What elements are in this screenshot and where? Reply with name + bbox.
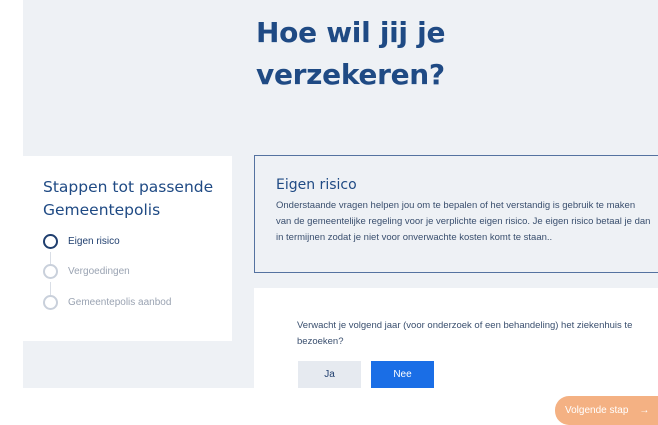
page-title: Hoe wil jij je verzekeren? bbox=[256, 16, 446, 91]
step-label: Gemeentepolis aanbod bbox=[68, 296, 172, 308]
page: Hoe wil jij je verzekeren? Stappen tot p… bbox=[0, 0, 658, 425]
info-text: Onderstaande vragen helpen jou om te bep… bbox=[276, 200, 651, 243]
step-gemeentepolis-aanbod[interactable]: Gemeentepolis aanbod bbox=[43, 293, 171, 311]
question-card: Verwacht je volgend jaar (voor onderzoek… bbox=[254, 288, 658, 388]
info-card: Eigen risico Onderstaande vragen helpen … bbox=[254, 155, 658, 273]
next-step-button[interactable]: Volgende stap → bbox=[555, 396, 658, 425]
step-label: Vergoedingen bbox=[68, 265, 130, 277]
no-button[interactable]: Nee bbox=[371, 361, 434, 388]
next-step-label: Volgende stap bbox=[565, 405, 629, 416]
arrow-right-icon: → bbox=[639, 405, 650, 416]
info-title: Eigen risico bbox=[276, 177, 357, 193]
steps-title: Stappen tot passende Gemeentepolis bbox=[43, 178, 214, 219]
step-vergoedingen[interactable]: Vergoedingen bbox=[43, 262, 130, 280]
step-circle-icon bbox=[43, 294, 58, 310]
steps-panel: Stappen tot passende Gemeentepolis Eigen… bbox=[23, 156, 232, 341]
step-circle-icon bbox=[43, 233, 58, 249]
step-circle-icon bbox=[43, 263, 58, 279]
question-text: Verwacht je volgend jaar (voor onderzoek… bbox=[297, 320, 633, 347]
left-margin bbox=[0, 0, 23, 425]
step-label: Eigen risico bbox=[68, 235, 120, 247]
yes-button[interactable]: Ja bbox=[298, 361, 361, 388]
step-eigen-risico[interactable]: Eigen risico bbox=[43, 232, 120, 250]
